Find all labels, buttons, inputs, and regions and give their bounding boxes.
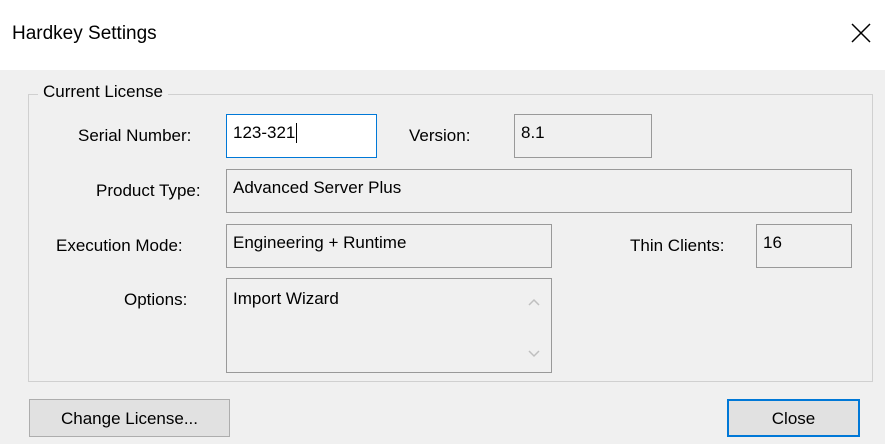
thin-clients-field: 16	[756, 224, 852, 268]
product-type-value: Advanced Server Plus	[233, 178, 402, 197]
version-field: 8.1	[514, 114, 652, 158]
text-caret	[296, 123, 298, 143]
serial-number-value: 123-321	[233, 123, 296, 142]
execution-mode-value: Engineering + Runtime	[233, 233, 407, 252]
serial-number-label: Serial Number:	[78, 126, 192, 145]
window-title: Hardkey Settings	[12, 23, 157, 44]
thin-clients-label: Thin Clients:	[630, 236, 725, 255]
execution-mode-field: Engineering + Runtime	[226, 224, 552, 268]
change-license-button[interactable]: Change License...	[29, 399, 230, 437]
options-list[interactable]: Import Wizard	[226, 278, 552, 373]
close-icon[interactable]	[846, 18, 876, 48]
product-type-label: Product Type:	[96, 181, 201, 200]
current-license-legend: Current License	[38, 82, 169, 102]
list-item: Import Wizard	[233, 289, 339, 308]
chevron-up-icon[interactable]	[524, 292, 544, 312]
version-label: Version:	[409, 126, 471, 145]
thin-clients-value: 16	[763, 233, 782, 252]
serial-number-field[interactable]: 123-321	[226, 114, 377, 158]
chevron-down-icon[interactable]	[524, 344, 544, 364]
hardkey-settings-dialog: Hardkey Settings Current License Serial …	[0, 0, 885, 444]
options-label: Options:	[124, 290, 188, 309]
product-type-field: Advanced Server Plus	[226, 169, 852, 213]
title-bar: Hardkey Settings	[0, 0, 885, 70]
version-value: 8.1	[521, 123, 545, 142]
close-button[interactable]: Close	[727, 399, 860, 437]
execution-mode-label: Execution Mode:	[56, 236, 183, 255]
